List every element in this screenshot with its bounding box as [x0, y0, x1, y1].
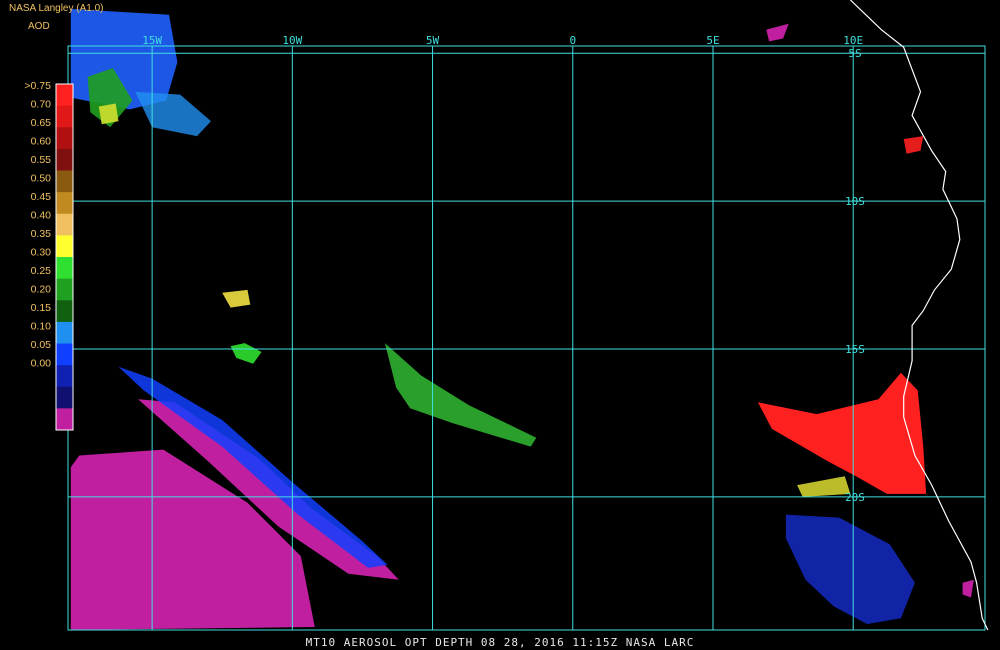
colorbar-swatch	[56, 386, 73, 409]
colorbar-label: 0.70	[31, 99, 52, 111]
lon-tick-label: 5W	[426, 34, 440, 47]
colorbar-label: 0.00	[31, 358, 52, 370]
colorbar-label: 0.45	[31, 191, 52, 203]
colorbar-swatch	[56, 365, 73, 388]
footer-caption: MT10 AEROSOL OPT DEPTH 08 28, 2016 11:15…	[305, 636, 695, 649]
aod-features	[70, 8, 974, 630]
colorbar-label: 0.05	[31, 339, 52, 351]
blob-east-red	[757, 372, 927, 494]
product-label: AOD	[28, 21, 50, 32]
colorbar-swatch	[56, 278, 73, 301]
colorbar: >0.75 0.70 0.65 0.60 0.55 0.50 0.45 0.40 0.35 0.3…	[24, 80, 74, 431]
lat-tick-label: 5S	[848, 47, 861, 60]
colorbar-swatch	[56, 408, 73, 431]
colorbar-label: >0.75	[24, 80, 51, 92]
colorbar-label: 0.20	[31, 284, 52, 296]
colorbar-swatch	[56, 170, 73, 193]
colorbar-swatch	[56, 127, 73, 150]
lon-tick-label: 5E	[706, 34, 719, 47]
blob-se-magenta-coast	[962, 579, 974, 598]
colorbar-swatch	[56, 321, 73, 344]
blob-se-blue	[785, 514, 915, 625]
blob-nw-lightblue	[135, 91, 211, 137]
blob-center-small-yellow	[222, 289, 251, 308]
colorbar-label: 0.55	[31, 154, 52, 166]
blob-nw-yellow	[98, 103, 119, 125]
colorbar-swatch	[56, 343, 73, 366]
lon-tick-label: 10E	[843, 34, 863, 47]
colorbar-label: 0.30	[31, 247, 52, 259]
aod-map: 15W 10W 5W 0 5E 10E5S 10S 15S 20S >0.75 0.70 0.65 0…	[24, 0, 989, 631]
colorbar-label: 0.35	[31, 228, 52, 240]
lat-tick-label: 10S	[845, 195, 865, 208]
colorbar-label: 0.40	[31, 210, 52, 222]
colorbar-swatch	[56, 257, 73, 280]
blob-center-green-band	[384, 343, 537, 447]
colorbar-swatch	[56, 105, 73, 128]
colorbar-swatch	[56, 192, 73, 215]
colorbar-label: 0.25	[31, 265, 52, 277]
lon-tick-label: 0	[569, 34, 576, 47]
lon-tick-label: 15W	[142, 34, 162, 47]
colorbar-label: 0.15	[31, 302, 52, 314]
colorbar-swatch	[56, 213, 73, 236]
lat-tick-label: 20S	[845, 491, 865, 504]
colorbar-label: 0.60	[31, 136, 52, 148]
colorbar-label: 0.50	[31, 173, 52, 185]
colorbar-swatch	[56, 235, 73, 258]
agency-label: NASA Langley (A1.0)	[9, 3, 104, 14]
colorbar-label: 0.10	[31, 321, 52, 333]
blob-east-multi	[797, 476, 851, 497]
blob-east-red-scatter	[903, 136, 924, 154]
blob-center-small-green	[230, 343, 262, 364]
blob-nw-magenta-small	[766, 23, 789, 42]
colorbar-swatch	[56, 148, 73, 171]
lat-tick-label: 15S	[845, 343, 865, 356]
colorbar-swatch	[56, 84, 73, 107]
colorbar-label: 0.65	[31, 117, 52, 129]
lon-tick-label: 10W	[282, 34, 302, 47]
colorbar-swatch	[56, 300, 73, 323]
